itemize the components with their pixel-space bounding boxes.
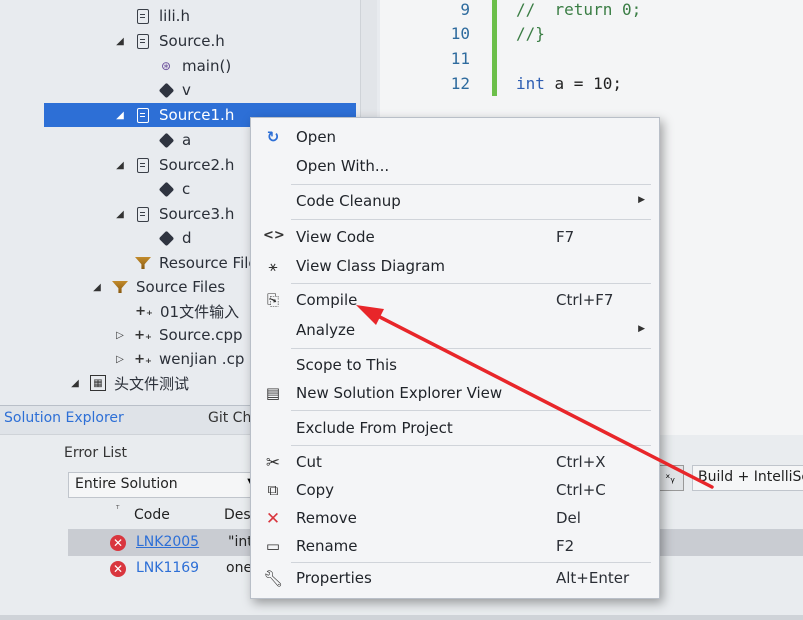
annotation-arrow — [356, 305, 714, 489]
arrow-shaft — [370, 311, 714, 489]
arrow-head — [356, 305, 384, 325]
